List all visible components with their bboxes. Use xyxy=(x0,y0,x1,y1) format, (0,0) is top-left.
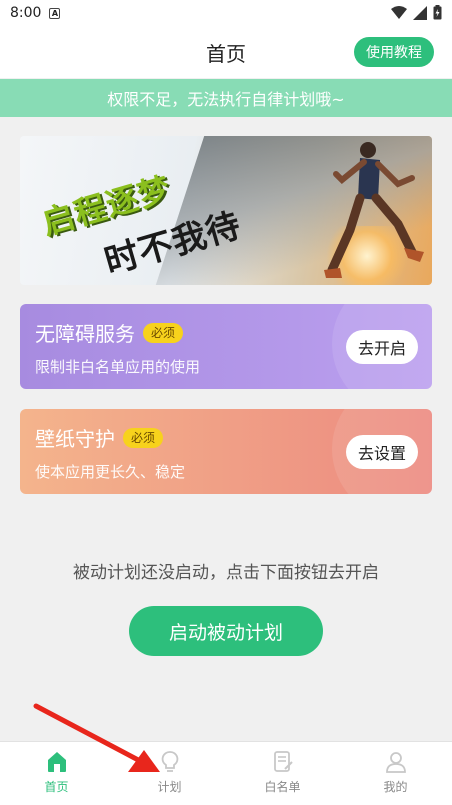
start-passive-plan-button[interactable]: 启动被动计划 xyxy=(129,606,323,656)
accessibility-card-subtitle: 限制非白名单应用的使用 xyxy=(35,358,201,376)
tutorial-button[interactable]: 使用教程 xyxy=(354,37,434,67)
runner-figure xyxy=(324,142,424,278)
accessibility-card: 无障碍服务 必须 限制非白名单应用的使用 去开启 xyxy=(20,304,432,389)
banner-image[interactable]: 启程逐梦 时不我待 xyxy=(20,136,432,285)
status-time: 8:00 xyxy=(10,5,42,21)
notification-icon: A xyxy=(49,7,61,19)
required-badge: 必须 xyxy=(143,322,184,343)
enable-accessibility-button[interactable]: 去开启 xyxy=(345,330,418,364)
set-wallpaper-button[interactable]: 去设置 xyxy=(345,435,418,469)
permission-warning-text: 权限不足，无法执行自律计划哦~ xyxy=(107,90,345,109)
wifi-icon xyxy=(391,5,407,19)
wallpaper-title-text: 壁纸守护 xyxy=(35,427,115,451)
annotation-arrow-icon xyxy=(33,703,160,772)
accessibility-title-text: 无障碍服务 xyxy=(35,322,135,346)
status-bar: 8:00 A xyxy=(0,0,452,26)
page-title: 首页 xyxy=(206,41,246,66)
nav-label-plan: 计划 xyxy=(157,780,182,794)
signal-icon xyxy=(413,5,427,20)
user-icon xyxy=(385,752,406,773)
permission-warning-bar[interactable]: 权限不足，无法执行自律计划哦~ xyxy=(0,79,452,117)
wallpaper-card: 壁纸守护 必须 使本应用更长久、稳定 去设置 xyxy=(20,409,432,494)
wallpaper-card-title: 壁纸守护 必须 xyxy=(35,423,164,452)
app-header: 首页 使用教程 xyxy=(0,26,452,78)
nav-label-whitelist: 白名单 xyxy=(264,780,301,794)
wallpaper-card-subtitle: 使本应用更长久、稳定 xyxy=(35,463,186,481)
whitelist-icon xyxy=(273,751,293,772)
status-icons xyxy=(391,5,442,20)
plan-status-text: 被动计划还没启动，点击下面按钮去开启 xyxy=(73,563,379,583)
accessibility-card-title: 无障碍服务 必须 xyxy=(35,318,184,347)
nav-item-mine[interactable]: 我的 xyxy=(339,742,452,805)
nav-item-whitelist[interactable]: 白名单 xyxy=(226,742,339,805)
required-badge: 必须 xyxy=(123,427,164,448)
nav-label-mine: 我的 xyxy=(383,780,408,794)
nav-label-home: 首页 xyxy=(44,780,69,794)
battery-icon xyxy=(433,5,442,20)
